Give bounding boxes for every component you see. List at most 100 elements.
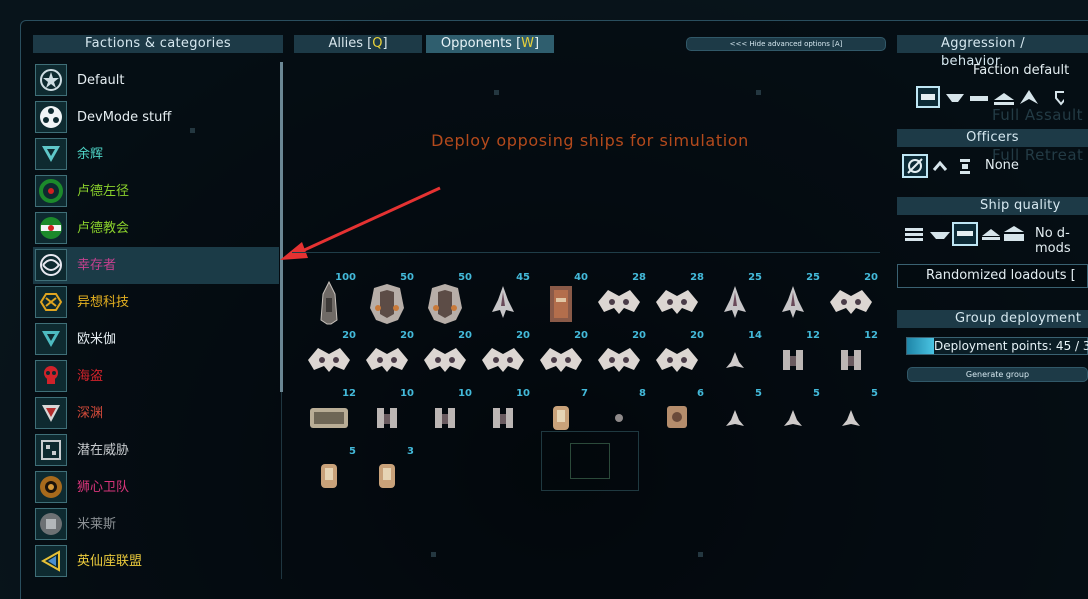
ship-hull-icon xyxy=(841,350,861,370)
ship-card[interactable]: 20 xyxy=(648,330,706,388)
tab-allies[interactable]: Allies [Q] xyxy=(294,35,422,53)
faction-item[interactable]: 潜在威胁 xyxy=(33,432,279,469)
ship-card[interactable]: 3 xyxy=(358,446,416,504)
ship-cost: 7 xyxy=(581,388,588,399)
ship-card[interactable]: 14 xyxy=(706,330,764,388)
faction-item[interactable]: 卢德教会 xyxy=(33,210,279,247)
faction-item[interactable]: 海盗 xyxy=(33,358,279,395)
placement-marker xyxy=(570,443,610,479)
spiral-eye-icon xyxy=(35,249,67,281)
ship-hull-icon xyxy=(667,406,687,428)
ship-cost: 8 xyxy=(639,388,646,399)
ship-hull-icon xyxy=(540,348,582,372)
ship-card[interactable]: 50 xyxy=(416,272,474,330)
ship-card[interactable]: 5 xyxy=(822,388,880,446)
ship-card[interactable]: 20 xyxy=(300,330,358,388)
triangle-emblem-icon xyxy=(35,138,67,170)
ship-card[interactable]: 25 xyxy=(764,272,822,330)
ship-hull-icon xyxy=(366,348,408,372)
ship-card[interactable]: 12 xyxy=(822,330,880,388)
ship-hull-icon xyxy=(598,348,640,372)
no-officer-button[interactable] xyxy=(902,154,928,178)
ship-card[interactable]: 5 xyxy=(706,388,764,446)
tab-opponents[interactable]: Opponents [W] xyxy=(426,35,554,53)
ship-card[interactable]: 5 xyxy=(300,446,358,504)
ship-hull-icon xyxy=(435,408,455,428)
lion-emblem-icon xyxy=(35,471,67,503)
ship-hull-icon xyxy=(493,408,513,428)
hide-advanced-options-button[interactable]: <<< Hide advanced options [A] xyxy=(686,37,886,51)
ship-cost: 12 xyxy=(864,330,878,341)
faction-item[interactable]: 卢德左径 xyxy=(33,173,279,210)
ship-card[interactable]: 10 xyxy=(358,388,416,446)
ship-card[interactable]: 20 xyxy=(822,272,880,330)
ship-card[interactable]: 20 xyxy=(532,330,590,388)
ship-cost: 20 xyxy=(400,330,414,341)
ship-hull-icon xyxy=(656,348,698,372)
aggression-default-button[interactable] xyxy=(916,86,940,108)
ship-cost: 14 xyxy=(748,330,762,341)
bg-dot xyxy=(756,90,761,95)
tab-opponents-end: ] xyxy=(534,36,540,51)
ship-card[interactable]: 28 xyxy=(648,272,706,330)
bg-dot xyxy=(698,552,703,557)
ship-card[interactable]: 12 xyxy=(300,388,358,446)
ship-hull-icon xyxy=(492,286,514,318)
ship-cost: 12 xyxy=(342,388,356,399)
ship-hull-icon xyxy=(310,408,348,428)
faction-item[interactable]: 米莱斯 xyxy=(33,506,279,543)
ship-card[interactable]: 40 xyxy=(532,272,590,330)
aggression-level-icons[interactable] xyxy=(944,90,1064,108)
quality-high-icons[interactable] xyxy=(980,224,1028,244)
quality-low-icons[interactable] xyxy=(904,226,952,244)
ship-card[interactable]: 6 xyxy=(648,388,706,446)
ship-card[interactable]: 10 xyxy=(474,388,532,446)
omega-emblem-icon xyxy=(35,323,67,355)
tab-allies-key: Q xyxy=(372,36,383,51)
ship-card[interactable]: 20 xyxy=(416,330,474,388)
ship-hull-icon xyxy=(726,410,744,426)
ship-card[interactable]: 12 xyxy=(764,330,822,388)
star-circle-icon xyxy=(35,64,67,96)
ship-card[interactable]: 28 xyxy=(590,272,648,330)
faction-name: 卢德左径 xyxy=(77,184,130,199)
faction-item[interactable]: 英仙座联盟 xyxy=(33,543,279,580)
ship-card[interactable]: 20 xyxy=(474,330,532,388)
faction-item[interactable]: 狮心卫队 xyxy=(33,469,279,506)
factions-header: Factions & categories xyxy=(33,35,283,53)
ship-card[interactable]: 50 xyxy=(358,272,416,330)
ship-hull-icon xyxy=(321,464,337,488)
officer-level-icons[interactable] xyxy=(932,158,974,176)
faction-item[interactable]: 异想科技 xyxy=(33,284,279,321)
faction-item[interactable]: Default xyxy=(33,62,279,99)
faction-item[interactable]: 欧米伽 xyxy=(33,321,279,358)
faction-name: 英仙座联盟 xyxy=(77,554,143,569)
ship-hull-icon xyxy=(320,280,338,325)
randomized-loadouts-toggle[interactable]: Randomized loadouts [ xyxy=(897,264,1088,288)
deployment-points-bar: Deployment points: 45 / 300 xyxy=(906,337,1088,355)
quality-selected-button[interactable] xyxy=(952,222,978,246)
deployment-points-label: Deployment points: 45 / 300 xyxy=(934,339,1088,353)
faction-name: 深渊 xyxy=(77,406,104,421)
ship-cost: 5 xyxy=(755,388,762,399)
deploy-message: Deploy opposing ships for simulation xyxy=(431,131,749,150)
ship-card[interactable]: 45 xyxy=(474,272,532,330)
faction-item[interactable]: 深渊 xyxy=(33,395,279,432)
ghost-full-assault: Full Assault xyxy=(992,106,1084,124)
ship-card[interactable]: 25 xyxy=(706,272,764,330)
ship-card[interactable]: 5 xyxy=(764,388,822,446)
ship-card[interactable]: 10 xyxy=(416,388,474,446)
ship-card[interactable]: 20 xyxy=(590,330,648,388)
ship-card[interactable]: 20 xyxy=(358,330,416,388)
faction-item[interactable]: 幸存者 xyxy=(33,247,279,284)
ship-card[interactable]: 100 xyxy=(300,272,358,330)
green-ring-icon xyxy=(35,175,67,207)
ship-cost: 45 xyxy=(516,272,530,283)
faction-item[interactable]: DevMode stuff xyxy=(33,99,279,136)
faction-item[interactable]: 余辉 xyxy=(33,136,279,173)
faction-name: Default xyxy=(77,73,125,88)
ship-quality-header: Ship quality xyxy=(897,197,1088,215)
ship-hull-icon xyxy=(379,464,395,488)
generate-group-button[interactable]: Generate group xyxy=(907,367,1088,382)
faction-name: 海盗 xyxy=(77,369,104,384)
